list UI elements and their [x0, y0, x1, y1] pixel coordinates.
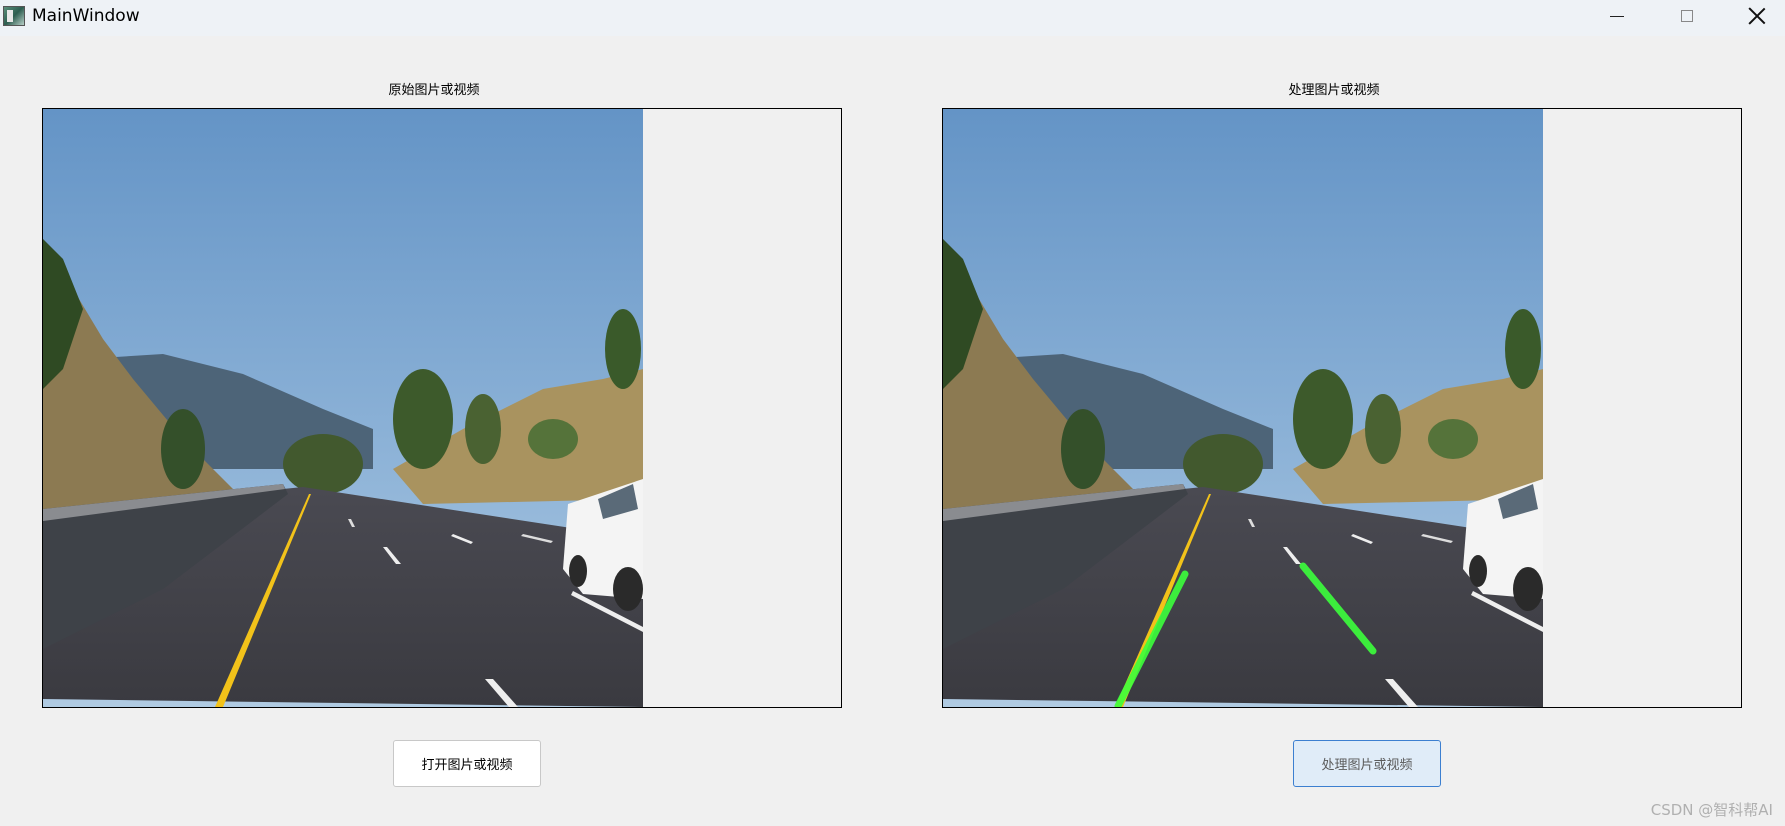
watermark: CSDN @智科帮AI [1650, 801, 1773, 819]
maximize-button[interactable] [1652, 0, 1722, 32]
app-icon [3, 6, 25, 26]
close-button[interactable] [1722, 0, 1785, 32]
original-road-image [43, 109, 643, 707]
processed-road-image [943, 109, 1543, 707]
process-media-button[interactable]: 处理图片或视频 [1293, 740, 1441, 787]
minimize-button[interactable] [1582, 0, 1652, 32]
processed-image-frame [942, 108, 1742, 708]
original-image-frame [42, 108, 842, 708]
maximize-icon [1681, 10, 1693, 22]
original-panel-label: 原始图片或视频 [388, 83, 480, 98]
main-window: MainWindow 原始图片或视频 处理图片或视频 打开图片或视频 处理图片或… [0, 0, 1785, 826]
close-icon [1748, 7, 1766, 25]
processed-panel-label: 处理图片或视频 [1288, 83, 1380, 98]
title-bar[interactable]: MainWindow [0, 0, 1785, 36]
open-media-button[interactable]: 打开图片或视频 [393, 740, 541, 787]
minimize-icon [1610, 15, 1624, 17]
window-title: MainWindow [32, 6, 140, 26]
